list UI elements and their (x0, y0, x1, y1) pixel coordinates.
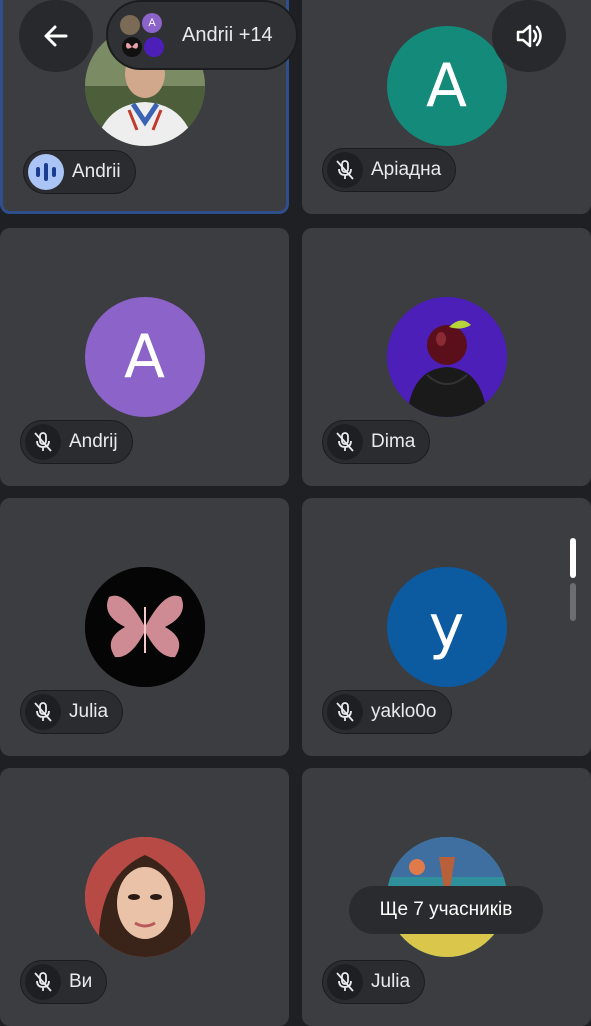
participant-name: Andrij (69, 431, 118, 452)
mini-avatar-photo (120, 15, 140, 35)
participant-name: Julia (371, 971, 411, 992)
participants-summary: Andrii +14 (182, 23, 273, 46)
name-chip: yaklo0o (322, 690, 452, 734)
speaker-icon (516, 24, 542, 48)
avatar-letter: у (386, 567, 507, 687)
name-chip: Julia (322, 960, 426, 1004)
mic-off-icon (327, 964, 363, 1000)
scrollbar-track[interactable] (570, 583, 576, 621)
avatar-letter-text: A (123, 322, 166, 392)
participant-mini-avatars: A (118, 9, 170, 61)
avatar-letter-text: у (428, 592, 465, 662)
avatar-letter: A (386, 26, 507, 146)
participant-tile-vy[interactable]: Ви (0, 768, 289, 1026)
participant-tile-julia[interactable]: Julia (0, 498, 289, 756)
mic-off-icon (327, 424, 363, 460)
more-participants-text: Ще 7 учасників (379, 899, 513, 920)
mic-off-icon (25, 424, 61, 460)
audio-output-button[interactable] (492, 0, 566, 72)
avatar-julia-butterfly (84, 567, 205, 687)
avatar-letter: A (84, 297, 205, 417)
mic-off-icon (25, 964, 61, 1000)
back-button[interactable] (19, 0, 93, 72)
mic-off-icon (327, 694, 363, 730)
participant-name: Ви (69, 971, 93, 992)
mini-avatar-letter: A (142, 13, 162, 33)
name-chip: Andrij (20, 420, 133, 464)
participant-tile-dima[interactable]: Dima (302, 228, 591, 486)
mini-avatar-hoodie (144, 37, 164, 57)
mic-off-icon (25, 694, 61, 730)
mini-avatar-butterfly (122, 37, 142, 57)
more-participants-toast[interactable]: Ще 7 учасників (349, 886, 543, 934)
speaking-indicator-icon (28, 154, 64, 190)
name-chip: Аріадна (322, 148, 457, 192)
participant-tile-yaklo0o[interactable]: у yaklo0o (302, 498, 591, 756)
participant-name: yaklo0o (371, 701, 437, 722)
name-chip: Dima (322, 420, 431, 464)
name-chip: Andrii (23, 150, 136, 194)
participants-button[interactable]: A Andrii +14 (106, 0, 298, 70)
participant-name: Аріадна (371, 159, 442, 180)
avatar-woman (84, 837, 205, 957)
avatar-dima (386, 297, 507, 417)
avatar-letter-text: A (425, 51, 468, 121)
participant-name: Dima (371, 431, 416, 452)
participant-name: Andrii (72, 161, 121, 182)
mic-off-icon (327, 152, 363, 188)
participant-name: Julia (69, 701, 109, 722)
participant-tile-andrij[interactable]: A Andrij (0, 228, 289, 486)
scrollbar-thumb[interactable] (570, 538, 576, 578)
arrow-left-icon (44, 25, 68, 47)
name-chip: Ви (20, 960, 108, 1004)
name-chip: Julia (20, 690, 124, 734)
